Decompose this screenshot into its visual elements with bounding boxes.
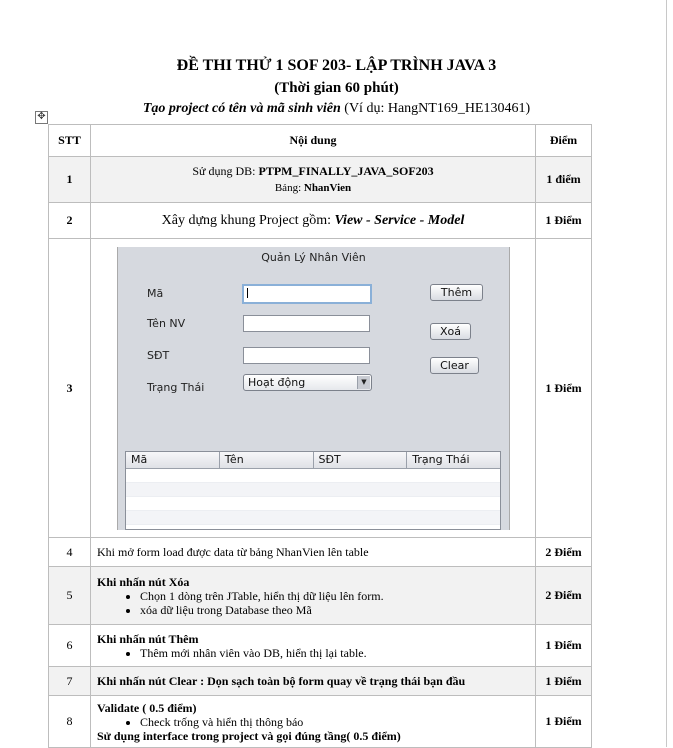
ma-input[interactable] [242, 283, 372, 304]
row-content: Sử dụng DB: PTPM_FINALLY_JAVA_SOF203 Bản… [90, 156, 536, 203]
row-score: 1 điểm [535, 156, 592, 203]
list-item: xóa dữ liệu trong Database theo Mã [140, 603, 535, 617]
validate-title: Validate ( 0.5 điểm) [97, 700, 197, 715]
label-trang-thai: Trạng Thái [147, 380, 205, 394]
trang-thai-select[interactable]: Hoạt động ▼ [243, 373, 372, 391]
exam-instruction: Tạo project có tên và mã sinh viên (Ví d… [0, 101, 673, 117]
list-item: Check trống và hiển thị thông báo [140, 715, 535, 729]
label-ma: Mã [147, 286, 164, 300]
db-name: PTPM_FINALLY_JAVA_SOF203 [258, 164, 434, 178]
row-score: 1 Điểm [535, 202, 592, 239]
col-ma[interactable]: Mã [126, 451, 220, 468]
exam-duration: (Thời gian 60 phút) [274, 80, 399, 96]
row-stt: 8 [48, 695, 91, 748]
project-structure-layers: View - Service - Model [334, 212, 465, 228]
row-stt: 2 [48, 202, 91, 239]
row-content: Khi mở form load được data từ bảng NhanV… [90, 537, 536, 567]
clear-button[interactable]: Clear [430, 356, 479, 374]
table-row[interactable] [126, 510, 500, 525]
header-stt: STT [48, 124, 91, 157]
row-stt: 7 [48, 666, 91, 696]
instruction-example: (Ví dụ: HangNT169_HE130461) [340, 101, 531, 116]
project-structure-label: Xây dựng khung Project gồm: [161, 212, 335, 228]
chevron-down-icon[interactable]: ▼ [357, 375, 370, 389]
row-stt: 6 [48, 624, 91, 667]
form-title: Quản Lý Nhân Viên [261, 250, 366, 264]
ten-nv-input[interactable] [243, 314, 370, 332]
row-stt: 1 [48, 156, 91, 203]
table-label: Bảng: [274, 182, 304, 194]
list-item: Chọn 1 dòng trên JTable, hiển thị dữ liệ… [140, 589, 535, 603]
col-ten[interactable]: Tên [220, 451, 314, 468]
xoa-button[interactable]: Xoá [430, 322, 471, 340]
sdt-input[interactable] [243, 346, 370, 364]
row-score: 1 Điểm [535, 238, 592, 538]
them-task-list: Thêm mới nhân viên vào DB, hiển thị lại … [97, 646, 535, 660]
table-name: NhanVien [303, 182, 352, 194]
table-row: 5 Khi nhấn nút Xóa Chọn 1 dòng trên JTab… [48, 566, 592, 625]
swing-form-screenshot: Quản Lý Nhân Viên Mã Tên NV SĐT Trạng Th… [117, 246, 510, 530]
row-stt: 5 [48, 566, 91, 625]
them-task-title: Khi nhấn nút Thêm [97, 631, 199, 646]
row-stt: 3 [48, 238, 91, 538]
validate-list: Check trống và hiển thị thông báo [97, 715, 535, 729]
col-trang-thai[interactable]: Trạng Thái [407, 452, 500, 468]
table-header-row: STT Nội dung Điểm [48, 124, 592, 157]
row-content: Khi nhấn nút Thêm Thêm mới nhân viên vào… [90, 624, 536, 667]
table-row: 4 Khi mở form load được data từ bảng Nha… [48, 537, 592, 567]
label-sdt: SĐT [147, 348, 170, 362]
row-content: Khi nhấn nút Xóa Chọn 1 dòng trên JTable… [90, 566, 536, 625]
table-row: 6 Khi nhấn nút Thêm Thêm mới nhân viên v… [48, 624, 592, 667]
row-stt: 4 [48, 537, 91, 567]
nhanvien-table[interactable]: Mã Tên SĐT Trạng Thái [125, 450, 501, 530]
list-item: Thêm mới nhân viên vào DB, hiển thị lại … [140, 646, 535, 660]
table-row: 7 Khi nhấn nút Clear : Dọn sạch toàn bộ … [48, 666, 592, 696]
instruction-bold: Tạo project có tên và mã sinh viên [142, 101, 341, 116]
row-content: Quản Lý Nhân Viên Mã Tên NV SĐT Trạng Th… [90, 238, 536, 538]
header-score: Điểm [535, 124, 592, 157]
interface-requirement: Sử dụng interface trong project và gọi đ… [97, 728, 401, 743]
table-row[interactable] [126, 469, 500, 483]
xoa-task-list: Chọn 1 dòng trên JTable, hiển thị dữ liệ… [97, 589, 535, 617]
move-cross-icon[interactable]: ✥ [35, 111, 48, 124]
table-row: 1 Sử dụng DB: PTPM_FINALLY_JAVA_SOF203 B… [48, 156, 592, 203]
them-button[interactable]: Thêm [430, 283, 483, 301]
row-score: 2 Điểm [535, 566, 592, 625]
table-row[interactable] [126, 482, 500, 497]
col-sdt[interactable]: SĐT [314, 451, 408, 468]
row-content: Validate ( 0.5 điểm) Check trống và hiển… [90, 695, 536, 748]
text-caret [247, 287, 248, 298]
exam-table: STT Nội dung Điểm 1 Sử dụng DB: PTPM_FIN… [48, 124, 592, 748]
label-ten-nv: Tên NV [147, 316, 186, 330]
trang-thai-selected: Hoạt động [248, 375, 306, 389]
row-score: 1 Điểm [535, 666, 592, 696]
db-label: Sử dụng DB: [192, 164, 259, 178]
row-score: 1 Điểm [535, 695, 592, 748]
row-score: 2 Điểm [535, 537, 592, 567]
row-content: Xây dựng khung Project gồm: View - Servi… [90, 202, 536, 239]
table-row: 2 Xây dựng khung Project gồm: View - Ser… [48, 202, 592, 239]
table-row: 3 Quản Lý Nhân Viên Mã Tên NV SĐT Trạng … [48, 238, 592, 538]
row-score: 1 Điểm [535, 624, 592, 667]
row-content: Khi nhấn nút Clear : Dọn sạch toàn bộ fo… [90, 666, 536, 696]
table-row[interactable] [126, 497, 500, 511]
table-row: 8 Validate ( 0.5 điểm) Check trống và hi… [48, 695, 592, 748]
nhanvien-table-header: Mã Tên SĐT Trạng Thái [126, 451, 500, 469]
exam-title: ĐỀ THI THỬ 1 SOF 203- LẬP TRÌNH JAVA 3 [176, 57, 497, 74]
xoa-task-title: Khi nhấn nút Xóa [97, 574, 190, 589]
header-content: Nội dung [90, 124, 536, 157]
